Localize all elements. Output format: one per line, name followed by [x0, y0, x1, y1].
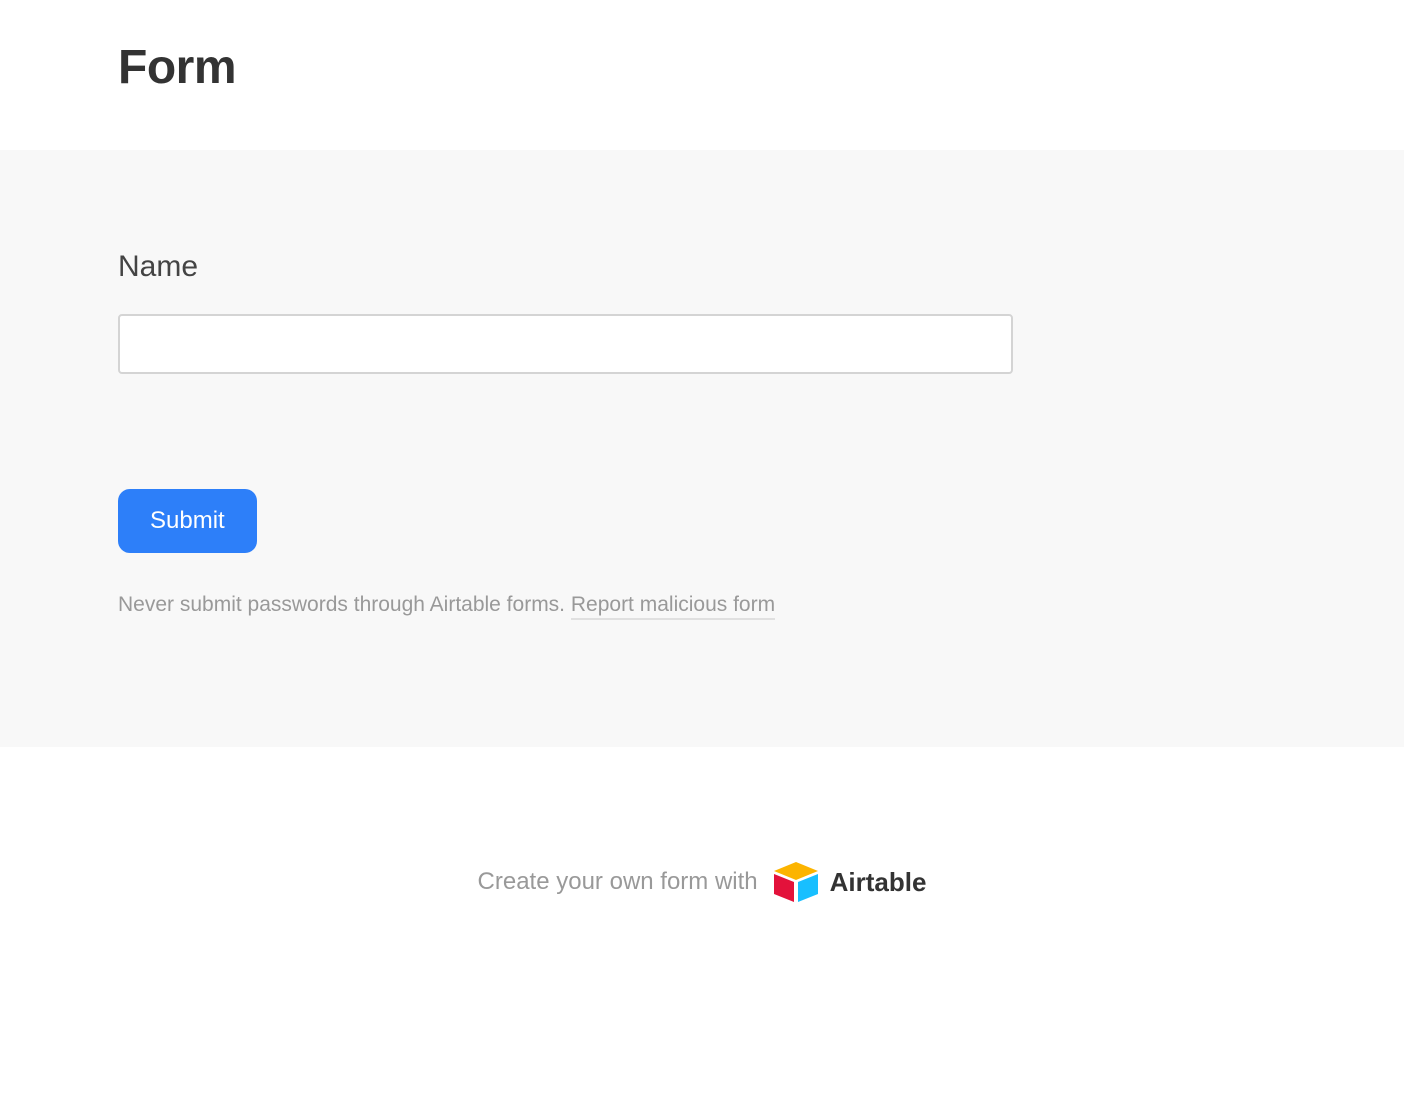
form-header: Form: [0, 0, 1404, 150]
disclaimer-row: Never submit passwords through Airtable …: [118, 593, 1286, 617]
airtable-logo-link[interactable]: Airtable: [772, 862, 927, 902]
footer: Create your own form with Airtable: [0, 747, 1404, 982]
airtable-brand-text: Airtable: [830, 867, 927, 898]
report-malicious-link[interactable]: Report malicious form: [571, 593, 775, 620]
airtable-logo-icon: [772, 862, 820, 902]
name-input[interactable]: [118, 314, 1013, 374]
name-field-label: Name: [118, 250, 1286, 284]
form-body: Name Submit Never submit passwords throu…: [0, 150, 1404, 747]
submit-button[interactable]: Submit: [118, 489, 257, 553]
disclaimer-text: Never submit passwords through Airtable …: [118, 593, 571, 616]
form-title: Form: [118, 40, 1286, 95]
footer-cta-text: Create your own form with: [478, 868, 758, 896]
field-group-name: Name: [118, 250, 1286, 374]
